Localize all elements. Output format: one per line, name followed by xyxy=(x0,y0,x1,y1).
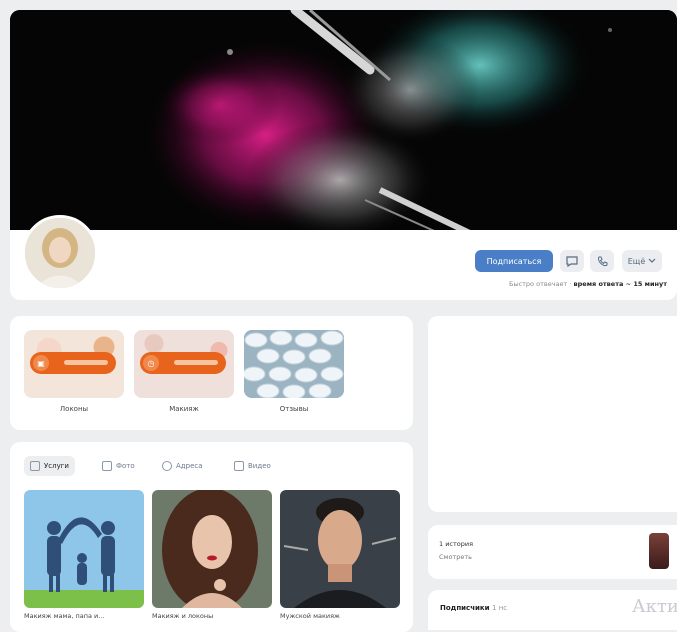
tab-label: Видео xyxy=(248,462,271,470)
subscribers-label: Подписчики xyxy=(440,604,490,612)
tab-videos[interactable]: Видео xyxy=(228,456,277,476)
service-item-reviews[interactable]: Отзывы xyxy=(244,330,344,413)
service-thumbnail: ▣ xyxy=(24,330,124,398)
service-thumbnail: ◷ xyxy=(134,330,234,398)
tab-addresses[interactable]: Адреса xyxy=(156,456,209,476)
story-count: 1 история xyxy=(439,540,474,548)
subscribe-button[interactable]: Подписаться xyxy=(475,250,553,272)
services-card: ▣ Локоны ◷ Макияж Отзывы xyxy=(10,316,413,430)
call-button[interactable] xyxy=(590,250,614,272)
active-label: Акти xyxy=(632,596,677,617)
cover-image xyxy=(10,10,677,238)
gallery-photo[interactable] xyxy=(280,490,400,608)
more-button[interactable]: Ещё xyxy=(622,250,662,272)
stories-widget[interactable]: 1 история Смотреть xyxy=(428,525,677,579)
services-icon xyxy=(30,461,40,471)
more-label: Ещё xyxy=(627,256,646,266)
service-book-button[interactable]: ▣ xyxy=(30,352,116,374)
photo-icon xyxy=(102,461,112,471)
calendar-icon: ▣ xyxy=(33,355,49,371)
service-thumbnail xyxy=(244,330,344,398)
story-view-link[interactable]: Смотреть xyxy=(439,553,472,561)
tab-label: Услуги xyxy=(44,462,69,470)
subscribers-count: 1 нс xyxy=(492,604,508,612)
service-item-makeup[interactable]: ◷ Макияж xyxy=(134,330,234,413)
info-widget xyxy=(428,316,677,512)
gallery-photo[interactable] xyxy=(24,490,144,608)
subscribers-title: Подписчики 1 нс xyxy=(440,604,507,612)
service-label: Макияж xyxy=(169,405,199,413)
reply-time-info: Быстро отвечает · время ответа ~ 15 мину… xyxy=(445,280,667,288)
story-thumbnail[interactable] xyxy=(649,533,669,569)
avatar[interactable] xyxy=(22,215,98,291)
service-item-curls[interactable]: ▣ Локоны xyxy=(24,330,124,413)
media-card: Услуги Фото Адреса Видео Макияж мама, па… xyxy=(10,442,413,632)
reply-prefix: Быстро отвечает · xyxy=(508,280,574,288)
gallery-photo[interactable] xyxy=(152,490,272,608)
phone-icon xyxy=(597,256,607,266)
reply-time-value: время ответа ~ 15 минут xyxy=(573,280,667,288)
subscribers-widget[interactable]: Подписчики 1 нс Акти xyxy=(428,590,677,630)
video-icon xyxy=(234,461,244,471)
tab-label: Фото xyxy=(116,462,135,470)
tab-services[interactable]: Услуги xyxy=(24,456,75,476)
service-label: Локоны xyxy=(59,405,89,413)
tab-label: Адреса xyxy=(176,462,203,470)
location-icon xyxy=(162,461,172,471)
tab-photos[interactable]: Фото xyxy=(96,456,141,476)
chat-bubble-icon xyxy=(566,255,578,267)
service-book-button[interactable]: ◷ xyxy=(140,352,226,374)
clock-icon: ◷ xyxy=(143,355,159,371)
message-button[interactable] xyxy=(560,250,584,272)
service-label: Отзывы xyxy=(279,405,309,413)
chevron-down-icon xyxy=(648,258,656,263)
